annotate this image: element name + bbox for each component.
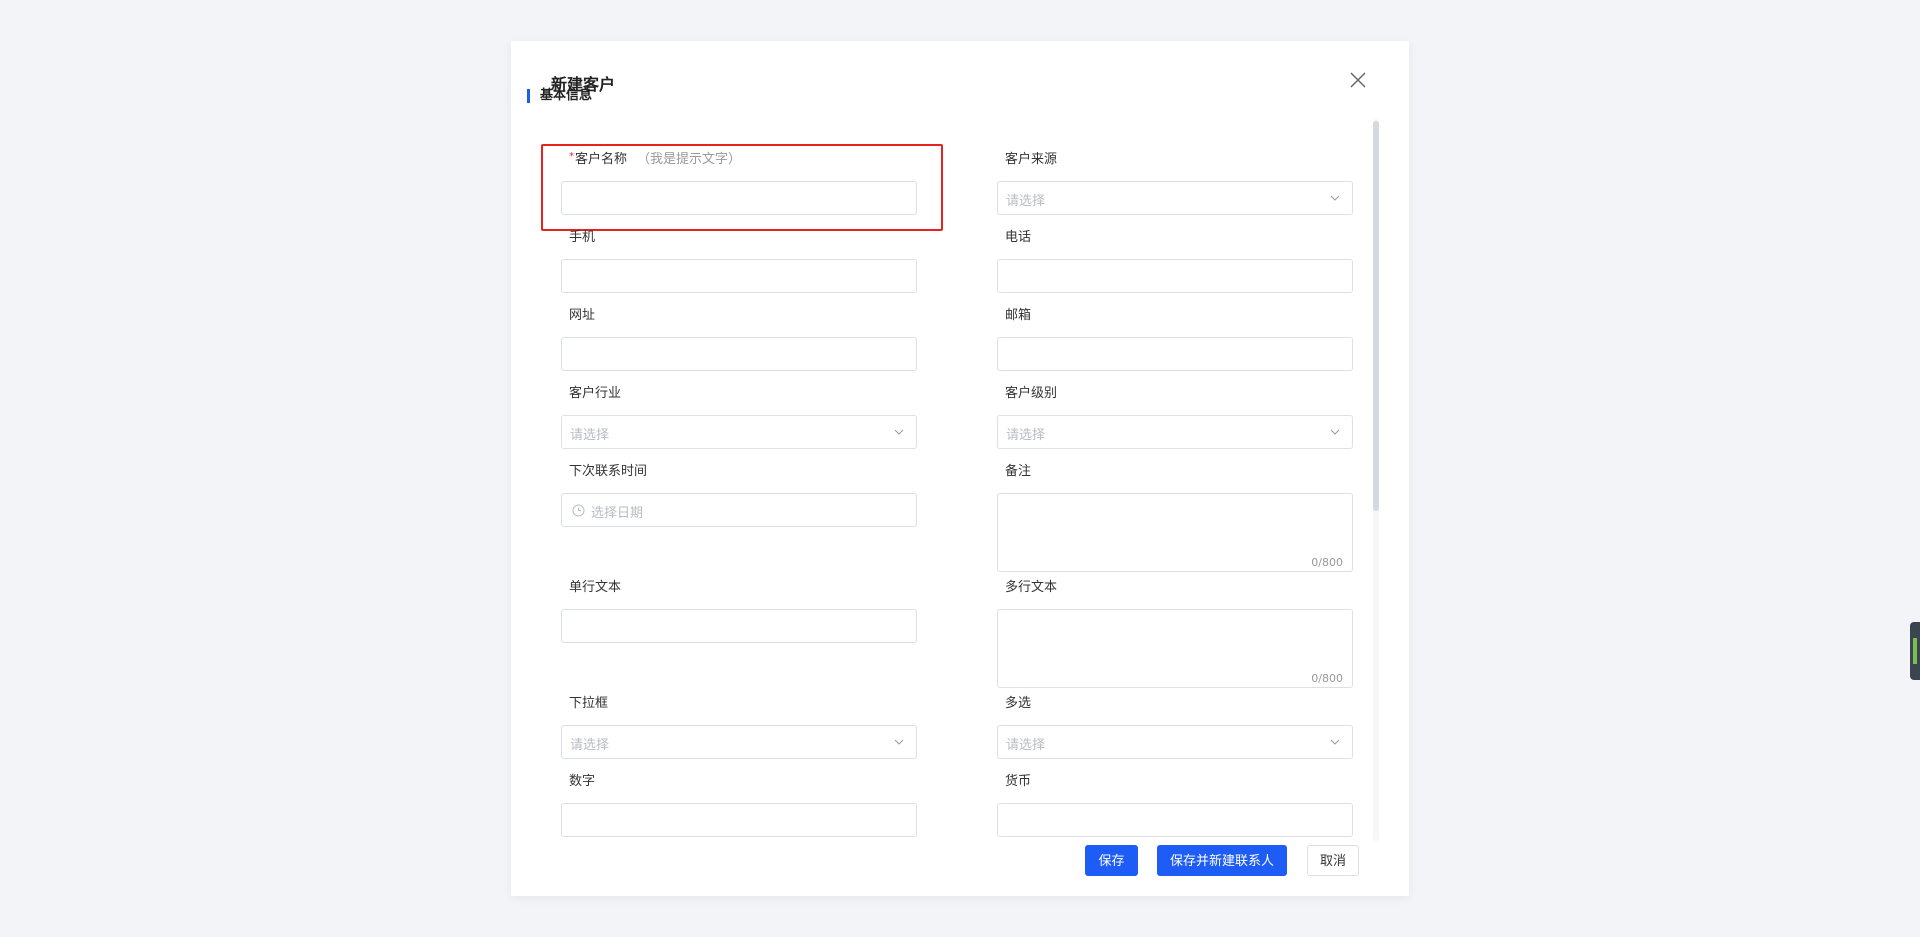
select-placeholder: 请选择: [1006, 194, 1046, 209]
industry-select[interactable]: 请选择: [561, 415, 917, 449]
field-single-text: 单行文本: [561, 579, 917, 643]
chevron-down-icon: [1330, 195, 1340, 201]
select-placeholder: 请选择: [1006, 428, 1046, 443]
currency-label: 货币: [1005, 774, 1032, 789]
scrollbar-thumb[interactable]: [1373, 121, 1379, 511]
field-customer-source: 客户来源 请选择: [997, 151, 1353, 215]
save-button[interactable]: 保存: [1085, 845, 1138, 876]
multi-text-textarea[interactable]: 0/800: [997, 609, 1353, 688]
chevron-down-icon: [1330, 429, 1340, 435]
field-website: 网址: [561, 307, 917, 371]
level-label: 客户级别: [1005, 386, 1058, 401]
chevron-down-icon: [894, 429, 904, 435]
industry-label: 客户行业: [569, 386, 622, 401]
section-title-basic-info: 基本信息: [527, 89, 592, 103]
field-number: 数字: [561, 773, 917, 837]
dropdown-select[interactable]: 请选择: [561, 725, 917, 759]
single-text-input[interactable]: [561, 609, 917, 643]
field-multi-text: 多行文本 0/800: [997, 579, 1353, 688]
chevron-down-icon: [894, 739, 904, 745]
next-contact-label: 下次联系时间: [569, 464, 648, 479]
char-counter: 0/800: [1311, 672, 1343, 685]
field-phone: 电话: [997, 229, 1353, 293]
level-select[interactable]: 请选择: [997, 415, 1353, 449]
field-industry: 客户行业 请选择: [561, 385, 917, 449]
required-mark: *: [569, 151, 574, 162]
customer-name-label: 客户名称: [575, 152, 628, 167]
scrollbar[interactable]: [1373, 119, 1379, 841]
email-input[interactable]: [997, 337, 1353, 371]
field-multi-select: 多选 请选择: [997, 695, 1353, 759]
single-text-label: 单行文本: [569, 580, 622, 595]
mobile-input[interactable]: [561, 259, 917, 293]
number-input[interactable]: [561, 803, 917, 837]
date-placeholder: 选择日期: [591, 506, 644, 521]
field-customer-name: *客户名称 （我是提示文字）: [561, 151, 917, 215]
field-remark: 备注 0/800: [997, 463, 1353, 572]
dropdown-label: 下拉框: [569, 696, 609, 711]
select-placeholder: 请选择: [1006, 738, 1046, 753]
website-input[interactable]: [561, 337, 917, 371]
multi-text-label: 多行文本: [1005, 580, 1058, 595]
remark-textarea[interactable]: 0/800: [997, 493, 1353, 572]
close-icon[interactable]: [1347, 69, 1369, 91]
currency-input[interactable]: [997, 803, 1353, 837]
email-label: 邮箱: [1005, 308, 1032, 323]
chevron-down-icon: [1330, 739, 1340, 745]
website-label: 网址: [569, 308, 596, 323]
number-label: 数字: [569, 774, 596, 789]
field-currency: 货币: [997, 773, 1353, 837]
customer-name-hint: （我是提示文字）: [637, 152, 742, 167]
side-panel-handle[interactable]: [1910, 622, 1920, 680]
field-level: 客户级别 请选择: [997, 385, 1353, 449]
customer-source-select[interactable]: 请选择: [997, 181, 1353, 215]
mobile-label: 手机: [569, 230, 596, 245]
field-email: 邮箱: [997, 307, 1353, 371]
save-and-new-contact-button[interactable]: 保存并新建联系人: [1157, 845, 1287, 876]
new-customer-dialog: 新建客户 基本信息 *客户名称 （我是提示文字） 客户来源 请选择 手机 电话 网…: [511, 41, 1409, 896]
field-mobile: 手机: [561, 229, 917, 293]
multi-select-label: 多选: [1005, 696, 1032, 711]
phone-label: 电话: [1005, 230, 1032, 245]
char-counter: 0/800: [1311, 556, 1343, 569]
field-next-contact: 下次联系时间 选择日期: [561, 463, 917, 527]
select-placeholder: 请选择: [570, 738, 610, 753]
clock-icon: [572, 504, 585, 517]
phone-input[interactable]: [997, 259, 1353, 293]
date-picker[interactable]: 选择日期: [561, 493, 917, 527]
multi-select[interactable]: 请选择: [997, 725, 1353, 759]
cancel-button[interactable]: 取消: [1307, 845, 1359, 876]
customer-name-input[interactable]: [561, 181, 917, 215]
select-placeholder: 请选择: [570, 428, 610, 443]
customer-source-label: 客户来源: [1005, 152, 1058, 167]
remark-label: 备注: [1005, 464, 1032, 479]
field-dropdown: 下拉框 请选择: [561, 695, 917, 759]
